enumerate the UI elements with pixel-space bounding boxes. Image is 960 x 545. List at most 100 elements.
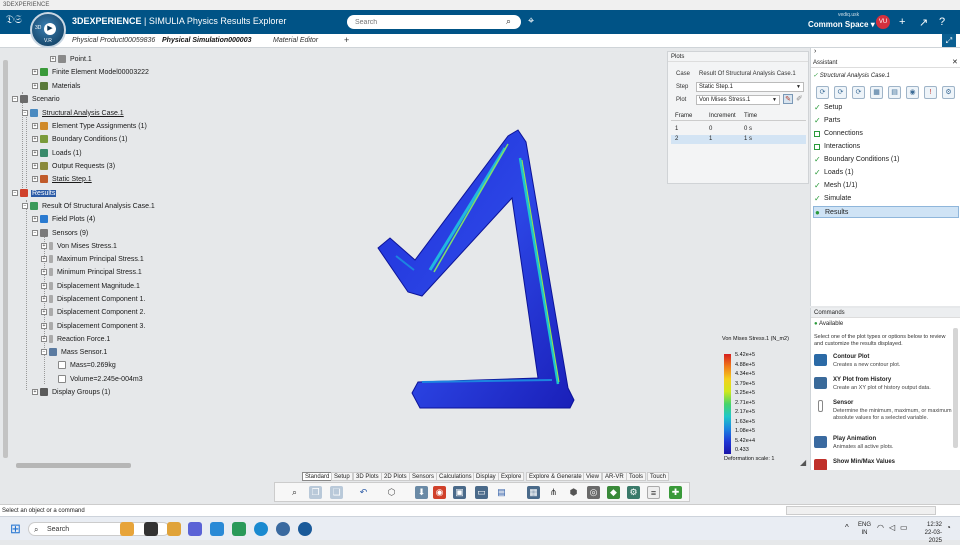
- tab-physical-product[interactable]: Physical Product00059836: [72, 37, 155, 44]
- add-icon[interactable]: +: [899, 16, 905, 28]
- store-icon[interactable]: [232, 522, 246, 536]
- task-view-icon[interactable]: [144, 522, 158, 536]
- tree-node-analysis-case[interactable]: − Structural Analysis Case.1: [22, 109, 125, 117]
- tab-2d-plots[interactable]: 2D Plots: [381, 472, 410, 481]
- tree-node-materials[interactable]: + Materials: [32, 82, 81, 90]
- edit-plot-icon[interactable]: ✎: [783, 94, 793, 104]
- compare-icon[interactable]: ▦: [870, 86, 883, 99]
- assistant-item-results[interactable]: ● Results: [813, 206, 959, 218]
- step-dropdown[interactable]: Static Step.1 ▼: [696, 82, 804, 92]
- table-row[interactable]: 2 1 1 s: [671, 135, 806, 144]
- user-space-block[interactable]: vediq.usk Common Space ▾: [808, 12, 875, 29]
- assistant-item-mesh[interactable]: ✓ Mesh (1/1): [813, 180, 959, 192]
- battery-icon[interactable]: ▭: [900, 523, 908, 532]
- search-icon[interactable]: ⌕: [506, 16, 511, 27]
- tab-standard[interactable]: Standard: [302, 472, 333, 481]
- tab-explore-generate[interactable]: Explore & Generate: [526, 472, 585, 481]
- app-icon[interactable]: [167, 522, 181, 536]
- contour-icon[interactable]: ◉: [433, 486, 446, 499]
- save-icon[interactable]: ⬇: [415, 486, 428, 499]
- tab-setup[interactable]: Setup: [331, 472, 353, 481]
- assistant-item-setup[interactable]: ✓ Setup: [813, 102, 959, 114]
- refresh-all-icon[interactable]: ⟳: [834, 86, 847, 99]
- fullscreen-icon[interactable]: ⤢: [942, 34, 956, 47]
- tag-icon[interactable]: ⌖: [528, 15, 534, 28]
- cube-icon[interactable]: ⬢: [567, 486, 580, 499]
- language-indicator[interactable]: ENG IN: [858, 521, 871, 537]
- pencil-icon[interactable]: ✐: [796, 94, 803, 103]
- settings-icon[interactable]: ⚙: [627, 486, 640, 499]
- tab-material-editor[interactable]: Material Editor: [273, 37, 318, 44]
- assistant-item-interactions[interactable]: Interactions: [813, 141, 959, 153]
- assistant-item-simulate[interactable]: ✓ Simulate: [813, 193, 959, 205]
- tree-node-display-groups[interactable]: + Display Groups (1): [32, 388, 111, 396]
- table-view-icon[interactable]: ▤: [495, 486, 508, 499]
- 3dexperience-taskbar-icon[interactable]: [298, 522, 312, 536]
- monitor-icon[interactable]: ▭: [475, 486, 488, 499]
- visibility-icon[interactable]: ◉: [906, 86, 919, 99]
- tree-node-element-type[interactable]: + Element Type Assignments (1): [32, 122, 148, 130]
- tree-node-sensor-disp-comp3[interactable]: + Displacement Component 3.: [41, 322, 146, 330]
- alert-icon[interactable]: !: [924, 86, 937, 99]
- explorer-icon[interactable]: [210, 522, 224, 536]
- copy-icon[interactable]: ❐: [309, 486, 322, 499]
- chevron-up-icon[interactable]: ^: [845, 523, 849, 532]
- browser-icon[interactable]: [276, 522, 290, 536]
- material-icon[interactable]: ◆: [607, 486, 620, 499]
- tab-calculations[interactable]: Calculations: [436, 472, 475, 481]
- tab-3d-plots[interactable]: 3D Plots: [353, 472, 382, 481]
- assistant-item-boundary-conditions[interactable]: ✓ Boundary Conditions (1): [813, 154, 959, 166]
- tree-node-scenario[interactable]: − Scenario: [12, 95, 61, 103]
- display-icon[interactable]: ▣: [453, 486, 466, 499]
- resize-handle-icon[interactable]: ◢: [800, 458, 806, 467]
- tree-node-loads[interactable]: + Loads (1): [32, 149, 83, 157]
- assistant-item-parts[interactable]: ✓ Parts: [813, 115, 959, 127]
- close-icon[interactable]: ✕: [952, 58, 958, 68]
- tree-node-mass-value[interactable]: Mass=0.269kg: [58, 361, 117, 369]
- tab-explore[interactable]: Explore: [498, 472, 525, 481]
- status-input[interactable]: [786, 506, 936, 515]
- tree-node-result-of-analysis[interactable]: − Result Of Structural Analysis Case.1: [22, 202, 156, 210]
- clock[interactable]: 12:32 22-03-2025: [912, 521, 942, 545]
- compass-widget[interactable]: 3D ▶ V.R: [30, 12, 66, 48]
- tab-view[interactable]: View: [583, 472, 602, 481]
- tree-node-sensor-von-mises[interactable]: + Von Mises Stress.1: [41, 242, 118, 250]
- assistant-item-connections[interactable]: Connections: [813, 128, 959, 140]
- assistant-case[interactable]: ✓ Structural Analysis Case.1: [813, 72, 890, 79]
- ds-logo-icon[interactable]: 𝔇𝔖: [6, 14, 22, 27]
- tab-tools[interactable]: Tools: [626, 472, 647, 481]
- contour-legend[interactable]: Von Mises Stress.1 (N_m2) 5.42e+5 4.88e+…: [722, 336, 812, 466]
- play-icon[interactable]: ▶: [44, 23, 56, 35]
- tree-node-sensor-reaction-force[interactable]: + Reaction Force.1: [41, 335, 111, 343]
- tab-sensors[interactable]: Sensors: [409, 472, 438, 481]
- part-icon[interactable]: ⬡: [385, 486, 398, 499]
- share-icon[interactable]: ↗: [919, 16, 928, 29]
- app-options-icon[interactable]: ✚: [669, 486, 682, 499]
- tree-node-results[interactable]: − Results: [12, 189, 57, 197]
- database-icon[interactable]: ◎: [587, 486, 600, 499]
- tree-node-sensor-disp-magnitude[interactable]: + Displacement Magnitude.1: [41, 282, 141, 290]
- help-icon[interactable]: ?: [939, 16, 945, 28]
- tab-ar-vr[interactable]: AR-VR: [602, 472, 627, 481]
- document-icon[interactable]: ≡: [647, 486, 660, 499]
- notification-icon[interactable]: ◔: [946, 523, 951, 532]
- tree-node-boundary-conditions[interactable]: + Boundary Conditions (1): [32, 135, 129, 143]
- wifi-icon[interactable]: ◠: [877, 523, 884, 532]
- widgets-icon[interactable]: [120, 522, 134, 536]
- tree-node-sensor-min-principal[interactable]: + Minimum Principal Stress.1: [41, 268, 143, 276]
- assistant-item-loads[interactable]: ✓ Loads (1): [813, 167, 959, 179]
- tree-node-field-plots[interactable]: + Field Plots (4): [32, 215, 96, 223]
- tab-physical-simulation[interactable]: Physical Simulation000003: [162, 37, 252, 44]
- table-icon[interactable]: ▤: [888, 86, 901, 99]
- collab-space-label[interactable]: Common Space: [808, 20, 868, 29]
- tree-node-fem[interactable]: + Finite Element Model00003222: [32, 68, 150, 76]
- tree-node-sensor-max-principal[interactable]: + Maximum Principal Stress.1: [41, 255, 145, 263]
- teams-icon[interactable]: [188, 522, 202, 536]
- chevron-right-icon[interactable]: ›: [814, 48, 816, 55]
- search-input[interactable]: [347, 15, 521, 29]
- tree-node-point[interactable]: + Point.1: [50, 55, 93, 63]
- avatar[interactable]: VU: [876, 15, 890, 29]
- zoom-icon[interactable]: ⌕: [288, 486, 301, 499]
- tree-horizontal-scrollbar[interactable]: [16, 463, 131, 468]
- mesh-icon[interactable]: ▦: [527, 486, 540, 499]
